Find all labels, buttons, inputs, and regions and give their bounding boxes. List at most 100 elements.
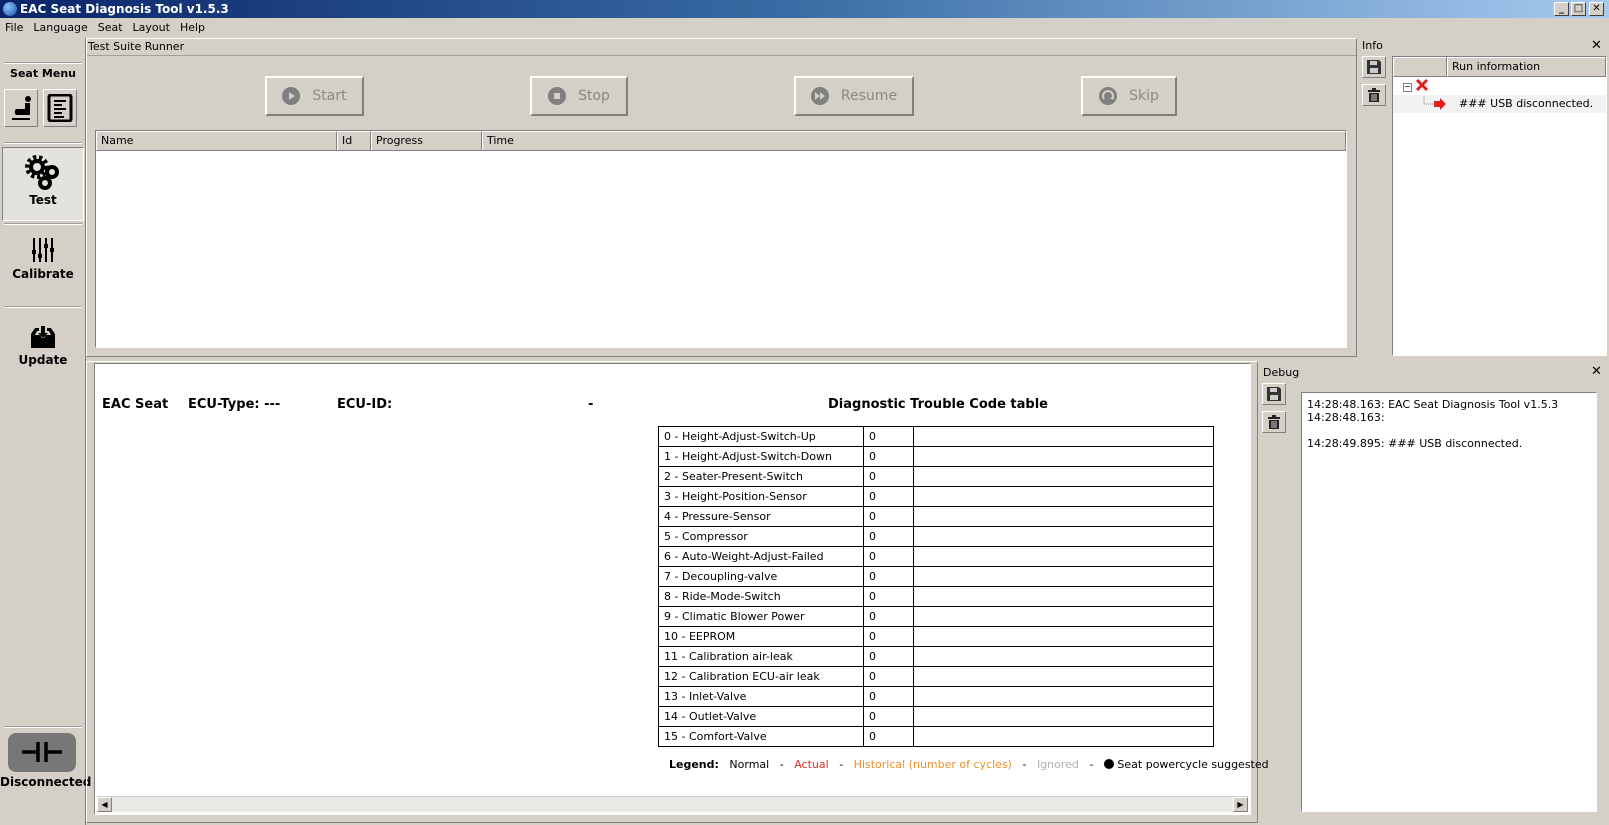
debug-panel: Debug ✕ 14:28:48.163: EAC Seat Diagnosis… (1260, 361, 1609, 825)
trash-icon (1268, 415, 1280, 429)
test-button[interactable]: Test (2, 147, 84, 221)
dtc-count: 0 (863, 486, 914, 507)
info-close-button[interactable]: ✕ (1591, 38, 1602, 53)
tree-item[interactable]: ### USB disconnected. (1393, 95, 1606, 113)
dtc-name: 15 - Comfort-Valve (658, 726, 864, 747)
calibrate-button[interactable]: Calibrate (2, 236, 84, 281)
dtc-status (913, 466, 1214, 487)
report-button[interactable] (43, 89, 77, 127)
dtc-status (913, 486, 1214, 507)
dtc-status (913, 626, 1214, 647)
skip-button[interactable]: Skip (1081, 76, 1177, 116)
red-arrow-icon (1423, 96, 1446, 110)
panel-title: Test Suite Runner (88, 40, 185, 53)
dtc-count: 0 (863, 646, 914, 667)
save-icon (1367, 60, 1381, 74)
minimize-button[interactable]: _ (1554, 2, 1569, 16)
sliders-icon (32, 238, 54, 262)
dtc-count: 0 (863, 526, 914, 547)
dtc-row: 7 - Decoupling-valve 0 (658, 566, 1214, 587)
dtc-name: 3 - Height-Position-Sensor (658, 486, 864, 507)
close-button[interactable]: ✕ (1589, 2, 1604, 16)
debug-save-button[interactable] (1262, 383, 1286, 405)
stop-button[interactable]: Stop (530, 76, 628, 116)
seat-menu-label: Seat Menu (10, 67, 76, 80)
column-name[interactable]: Name (96, 131, 337, 151)
dtc-row: 13 - Inlet-Valve 0 (658, 686, 1214, 707)
dtc-status (913, 666, 1214, 687)
dtc-row: 4 - Pressure-Sensor 0 (658, 506, 1214, 527)
ecu-id-value: - (588, 397, 594, 412)
menu-help[interactable]: Help (175, 18, 210, 37)
info-save-button[interactable] (1362, 56, 1386, 78)
start-button[interactable]: Start (265, 76, 364, 116)
seat-button[interactable] (4, 89, 38, 127)
diagnostics-content: EAC Seat ECU-Type: --- ECU-ID: - Diagnos… (94, 363, 1269, 815)
dtc-count: 0 (863, 686, 914, 707)
dtc-count: 0 (863, 506, 914, 527)
legend-actual: Actual (794, 758, 829, 771)
debug-delete-button[interactable] (1262, 411, 1286, 433)
inbox-download-icon (31, 326, 55, 348)
dtc-name: 1 - Height-Adjust-Switch-Down (658, 446, 864, 467)
menu-layout[interactable]: Layout (128, 18, 175, 37)
dtc-row: 9 - Climatic Blower Power 0 (658, 606, 1214, 627)
column-time[interactable]: Time (482, 131, 1346, 151)
dtc-row: 3 - Height-Position-Sensor 0 (658, 486, 1214, 507)
menu-language[interactable]: Language (28, 18, 92, 37)
info-panel: Info ✕ Run information − ### USB disconn… (1360, 38, 1609, 357)
update-button[interactable]: Update (2, 324, 84, 367)
dtc-status (913, 686, 1214, 707)
dtc-row: 10 - EEPROM 0 (658, 626, 1214, 647)
column-run-information[interactable]: Run information (1447, 57, 1606, 77)
dtc-count: 0 (863, 626, 914, 647)
debug-close-button[interactable]: ✕ (1591, 364, 1602, 379)
diagnostics-panel: EAC Seat ECU-Type: --- ECU-ID: - Diagnos… (86, 361, 1269, 823)
dtc-count: 0 (863, 466, 914, 487)
connection-status-button[interactable] (8, 733, 76, 772)
dtc-status (913, 606, 1214, 627)
dtc-row: 2 - Seater-Present-Switch 0 (658, 466, 1214, 487)
dtc-count: 0 (863, 666, 914, 687)
run-information-tree: Run information − ### USB disconnected. (1392, 56, 1607, 356)
column-id[interactable]: Id (337, 131, 371, 151)
dtc-row: 12 - Calibration ECU-air leak 0 (658, 666, 1214, 687)
info-delete-button[interactable] (1362, 84, 1386, 106)
scroll-left-button[interactable]: ◀ (97, 797, 112, 812)
debug-log[interactable]: 14:28:48.163: EAC Seat Diagnosis Tool v1… (1301, 392, 1597, 812)
horizontal-scrollbar[interactable]: ◀ ▶ (97, 796, 1248, 812)
dtc-count: 0 (863, 446, 914, 467)
scroll-right-button[interactable]: ▶ (1233, 797, 1248, 812)
maximize-button[interactable]: □ (1571, 2, 1586, 16)
column-progress[interactable]: Progress (371, 131, 482, 151)
dtc-row: 15 - Comfort-Valve 0 (658, 726, 1214, 747)
update-label: Update (18, 353, 68, 367)
menu-bar: File Language Seat Layout Help (0, 18, 1609, 37)
menu-seat[interactable]: Seat (93, 18, 128, 37)
title-bar: EAC Seat Diagnosis Tool v1.5.3 _ □ ✕ (0, 0, 1609, 18)
dtc-name: 0 - Height-Adjust-Switch-Up (658, 426, 864, 447)
debug-title: Debug (1263, 366, 1300, 379)
resume-button[interactable]: Resume (794, 76, 914, 116)
dtc-count: 0 (863, 606, 914, 627)
dtc-status (913, 586, 1214, 607)
legend-powercycle: Seat powercycle suggested (1117, 758, 1269, 771)
tree-collapse-toggle[interactable]: − (1403, 83, 1412, 92)
seat-icon (12, 96, 31, 120)
log-line: 14:28:49.895: ### USB disconnected. (1307, 437, 1523, 450)
fast-forward-icon (810, 87, 829, 105)
dtc-name: 4 - Pressure-Sensor (658, 506, 864, 527)
gears-icon (25, 155, 59, 190)
dtc-name: 2 - Seater-Present-Switch (658, 466, 864, 487)
test-table: Name Id Progress Time (95, 130, 1347, 348)
dtc-status (913, 426, 1214, 447)
dtc-row: 5 - Compressor 0 (658, 526, 1214, 547)
dtc-name: 11 - Calibration air-leak (658, 646, 864, 667)
dtc-title: Diagnostic Trouble Code table (828, 397, 1048, 412)
menu-file[interactable]: File (0, 18, 28, 37)
dtc-status (913, 726, 1214, 747)
stop-icon (548, 87, 567, 105)
legend-normal: Normal (729, 758, 770, 771)
dtc-row: 0 - Height-Adjust-Switch-Up 0 (658, 426, 1214, 447)
